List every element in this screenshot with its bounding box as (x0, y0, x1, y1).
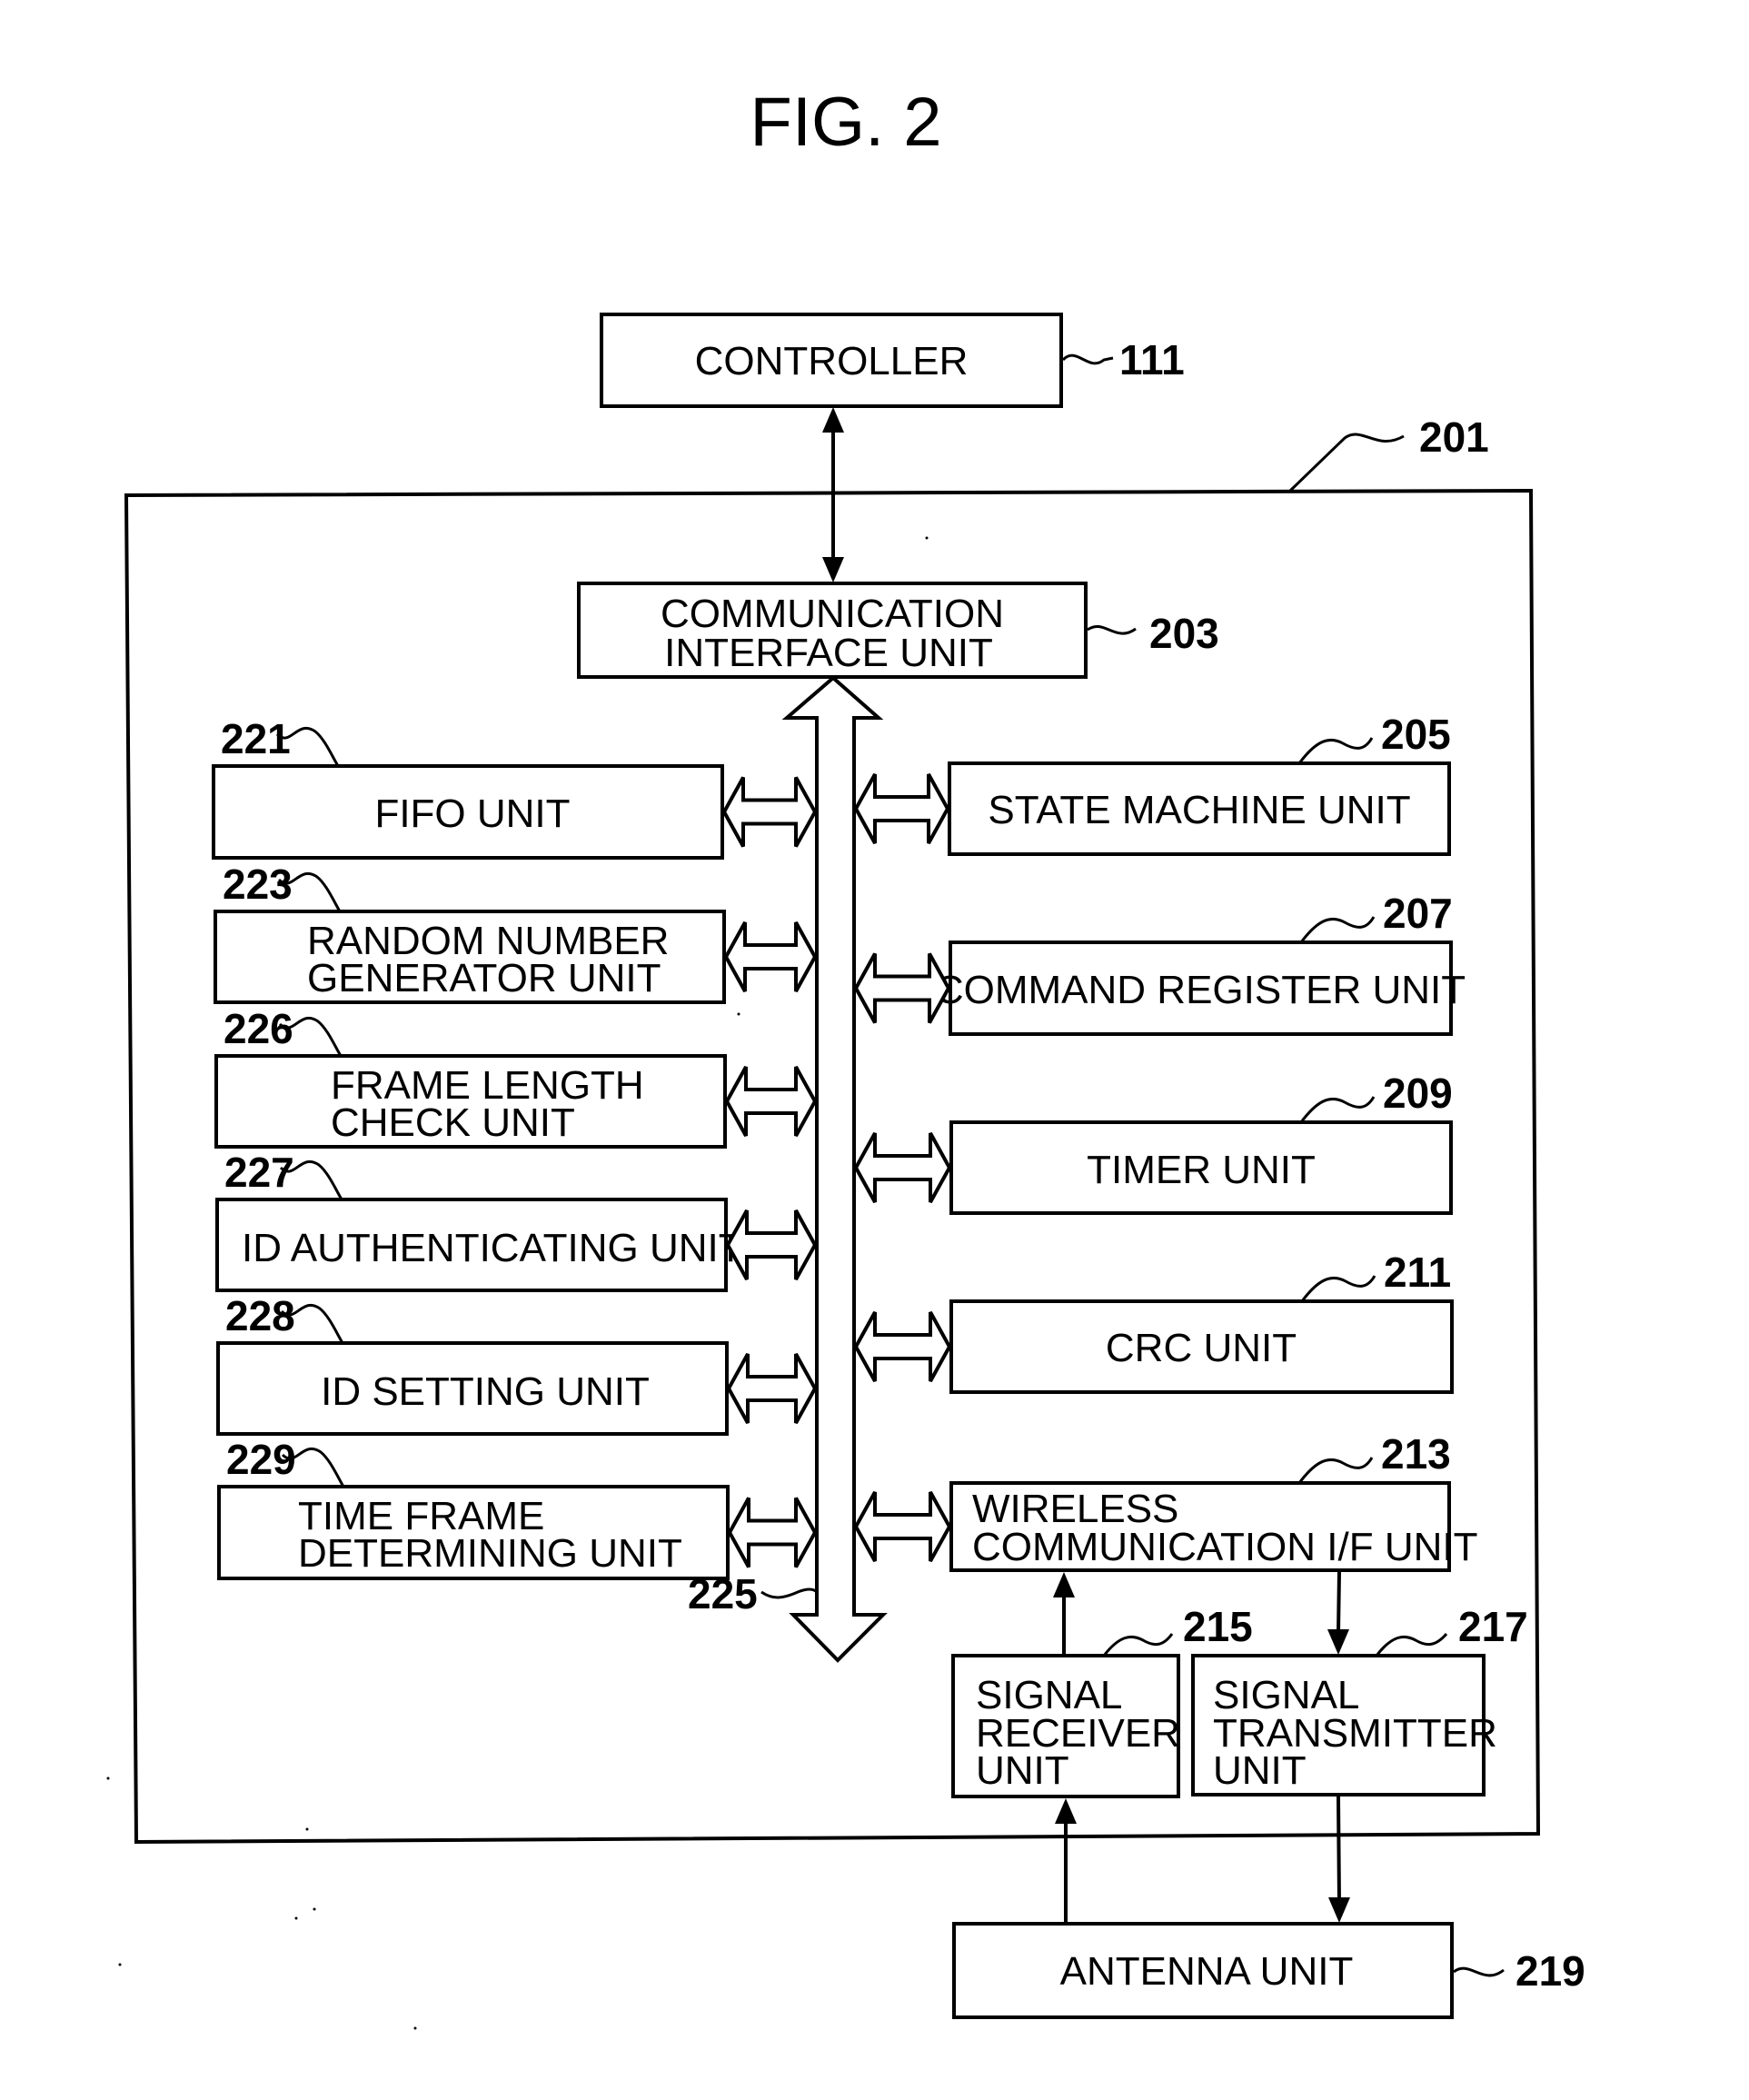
arrow-up-head (822, 407, 844, 433)
transmitter-ref-leader (1375, 1633, 1448, 1657)
bus-connector-arrow (853, 952, 951, 1024)
unit-label-line: STATE MACHINE UNIT (988, 788, 1410, 832)
unit-ref: 209 (1383, 1070, 1453, 1117)
right-unit-207: COMMAND REGISTER UNIT 207 (853, 890, 1466, 1036)
bus-connector-arrow (724, 1066, 818, 1137)
unit-ref: 205 (1381, 711, 1451, 758)
controller-label: CONTROLLER (695, 339, 969, 383)
antenna-label: ANTENNA UNIT (1060, 1949, 1354, 1994)
unit-label-line: CHECK UNIT (331, 1100, 575, 1145)
left-unit-228: ID SETTING UNIT 228 (216, 1292, 818, 1436)
unit-ref: 213 (1381, 1430, 1451, 1478)
left-unit-229: TIME FRAMEDETERMINING UNIT229 (217, 1436, 818, 1580)
unit-ref-leader (1300, 1275, 1376, 1302)
bus-connector-arrow (726, 1353, 818, 1424)
right-unit-205: STATE MACHINE UNIT 205 (853, 711, 1451, 856)
bus-connector-arrow (853, 1491, 952, 1562)
arrow-down-head (822, 557, 844, 582)
bus-ref-leader (760, 1587, 819, 1599)
transmitter-label-line3: UNIT (1213, 1748, 1307, 1793)
unit-ref: 229 (226, 1436, 296, 1483)
unit-ref: 221 (221, 715, 291, 762)
antenna-block: ANTENNA UNIT (952, 1922, 1454, 2019)
unit-label-line: COMMAND REGISTER UNIT (935, 968, 1466, 1012)
block-diagram: FIG. 2 CONTROLLER 111 201 COMMUNICATION … (106, 84, 1585, 2030)
unit-ref: 227 (224, 1149, 294, 1196)
unit-label-line: ID SETTING UNIT (321, 1369, 650, 1414)
unit-ref-leader (1297, 737, 1374, 764)
left-unit-223: RANDOM NUMBERGENERATOR UNIT223 (214, 861, 818, 1004)
unit-label-line: DETERMINING UNIT (298, 1531, 682, 1576)
bus-connector-arrow (727, 1497, 818, 1568)
right-unit-211: CRC UNIT 211 (853, 1249, 1454, 1394)
right-unit-213: WIRELESSCOMMUNICATION I/F UNIT213 (853, 1430, 1477, 1572)
bus-connector-arrow (723, 921, 818, 992)
antenna-to-receiver-arrow (1055, 1798, 1077, 1924)
unit-ref: 228 (225, 1292, 295, 1339)
unit-label-line: ID AUTHENTICATING UNIT (242, 1226, 743, 1270)
receiver-to-wireless-arrow (1053, 1572, 1075, 1656)
signal-receiver-block: SIGNAL RECEIVER UNIT (951, 1654, 1180, 1798)
transmitter-ref: 217 (1458, 1603, 1528, 1650)
unit-ref: 207 (1383, 890, 1453, 937)
comm-interface-ref: 203 (1149, 610, 1219, 657)
unit-label-line: CRC UNIT (1106, 1326, 1297, 1370)
bus-connector-arrow (853, 773, 950, 844)
comm-interface-block: COMMUNICATION INTERFACE UNIT (577, 582, 1088, 679)
wireless-to-transmitter-arrow (1327, 1571, 1349, 1655)
unit-ref-leader (1299, 916, 1376, 943)
comm-interface-ref-leader (1087, 624, 1137, 635)
unit-label-line: GENERATOR UNIT (307, 956, 661, 1000)
controller-block: CONTROLLER (600, 313, 1063, 408)
unit-label-line: FIFO UNIT (374, 791, 570, 836)
comm-interface-label-line1: COMMUNICATION (661, 592, 1004, 636)
unit-ref: 223 (223, 861, 293, 908)
device-ref: 201 (1419, 413, 1489, 461)
comm-interface-label-line2: INTERFACE UNIT (664, 631, 993, 675)
unit-label-line: TIMER UNIT (1087, 1148, 1316, 1192)
left-unit-221: FIFO UNIT 221 (212, 715, 818, 860)
bus-connector-arrow (853, 1311, 952, 1382)
arrow-up-head (1053, 1572, 1075, 1597)
antenna-ref: 219 (1515, 1947, 1585, 1995)
arrow-up-head (1055, 1798, 1077, 1824)
unit-ref-leader (1299, 1096, 1376, 1123)
unit-label-line: COMMUNICATION I/F UNIT (972, 1525, 1477, 1569)
bus-connector-arrow (721, 776, 818, 848)
controller-ref-leader (1061, 353, 1114, 365)
left-unit-226: FRAME LENGTHCHECK UNIT226 (214, 1005, 818, 1149)
right-unit-209: TIMER UNIT 209 (853, 1070, 1453, 1215)
right-units: STATE MACHINE UNIT 205 COMMAND REGISTER UN… (853, 711, 1477, 1572)
receiver-ref: 215 (1183, 1603, 1253, 1650)
bus-connector-arrow (853, 1132, 952, 1203)
receiver-ref-leader (1102, 1633, 1174, 1657)
unit-ref: 211 (1384, 1249, 1451, 1296)
receiver-label-line3: UNIT (976, 1748, 1069, 1793)
device-ref-leader (1287, 433, 1405, 493)
arrow-down-head (1327, 1629, 1349, 1655)
controller-ref: 111 (1119, 336, 1185, 383)
bus-connector-arrow (725, 1209, 818, 1280)
signal-transmitter-block: SIGNAL TRANSMITTER UNIT (1191, 1654, 1497, 1796)
figure-title: FIG. 2 (750, 84, 941, 161)
left-unit-227: ID AUTHENTICATING UNIT 227 (215, 1149, 818, 1292)
unit-ref: 226 (224, 1005, 293, 1052)
unit-ref-leader (1297, 1457, 1374, 1484)
left-units: FIFO UNIT221RANDOM NUMBERGENERATOR UNIT2… (212, 715, 818, 1580)
antenna-ref-leader (1453, 1966, 1505, 1977)
arrow-down-head (1328, 1897, 1350, 1923)
transmitter-to-antenna-arrow (1328, 1796, 1350, 1923)
